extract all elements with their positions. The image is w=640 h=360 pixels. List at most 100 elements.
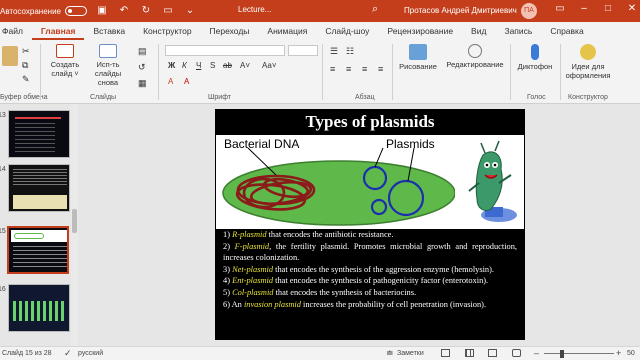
zoom-slider[interactable]	[544, 353, 614, 354]
align-right-icon[interactable]: ≡	[362, 64, 367, 74]
numbering-icon[interactable]: ☷	[346, 46, 354, 57]
plasmids-label: Plasmids	[386, 137, 435, 151]
slide-thumbnail[interactable]	[8, 110, 70, 158]
ribbon-display-icon[interactable]: ▭	[553, 3, 567, 14]
justify-icon[interactable]: ≡	[378, 64, 383, 74]
zoom-in-icon[interactable]: +	[616, 348, 621, 358]
powerpoint-window: Автосохранение ▣ ↶ ↻ ▭ ⌄ Lecture... ⌕ Пр…	[0, 0, 640, 360]
designer-ideas-button[interactable]: Идеи для оформления	[562, 44, 614, 80]
present-icon[interactable]: ▭	[161, 4, 175, 18]
highlight-button[interactable]: A	[168, 77, 173, 86]
tab-transitions[interactable]: Переходы	[201, 22, 259, 40]
zoom-slider-thumb[interactable]	[560, 350, 564, 358]
font-size-combo[interactable]	[288, 45, 318, 56]
normal-view-icon[interactable]	[441, 349, 450, 357]
slide-canvas[interactable]: Types of plasmids Bacterial DNA Plasmids…	[215, 109, 525, 340]
reading-view-icon[interactable]	[488, 349, 497, 357]
copy-icon[interactable]: ⧉	[22, 60, 28, 71]
redo-icon[interactable]: ↻	[139, 4, 153, 18]
tab-review[interactable]: Рецензирование	[378, 22, 462, 40]
thumbnails-scrollbar[interactable]	[71, 104, 78, 346]
group-font-label: Шрифт	[208, 94, 232, 101]
align-left-icon[interactable]: ≡	[330, 64, 335, 74]
tab-home[interactable]: Главная	[31, 22, 85, 40]
slide-layout-icon[interactable]: ▤	[138, 46, 147, 57]
underline-button[interactable]: Ч	[196, 61, 201, 70]
drawing-button[interactable]: Рисование	[396, 44, 440, 71]
tab-insert[interactable]: Вставка	[84, 22, 134, 40]
slideshow-icon[interactable]	[512, 349, 521, 357]
align-center-icon[interactable]: ≡	[346, 64, 351, 74]
format-painter-icon[interactable]: ✎	[22, 74, 30, 85]
bold-button[interactable]: Ж	[168, 61, 175, 70]
undo-icon[interactable]: ↶	[117, 4, 131, 18]
designer-ideas-label: Идеи для оформления	[565, 62, 611, 80]
dictate-button[interactable]: Диктофон	[514, 44, 556, 71]
status-bar: Слайд 15 из 28 ✓ русский ≐ Заметки – + 5…	[0, 346, 640, 360]
plasmid-types-list[interactable]: 1) R-plasmid that encodes the antibiotic…	[223, 229, 517, 310]
editing-label: Редактирование	[446, 60, 504, 69]
slide-number: 13	[0, 112, 6, 119]
zoom-level[interactable]: 50	[627, 350, 635, 357]
autosave-toggle[interactable]	[64, 6, 87, 16]
close-icon[interactable]: ✕	[625, 3, 639, 14]
reuse-slides-button[interactable]: Исп-ть слайды снова	[86, 44, 130, 87]
search-icon[interactable]: ⌕	[372, 3, 378, 16]
list-item: 1) R-plasmid that encodes the antibiotic…	[223, 230, 394, 239]
language-label[interactable]: русский	[78, 350, 103, 357]
reset-slide-icon[interactable]: ↺	[138, 62, 146, 73]
slide-thumbnail[interactable]	[8, 164, 70, 212]
shadow-button[interactable]: S	[210, 61, 215, 70]
bullets-icon[interactable]: ☰	[330, 46, 338, 57]
user-name[interactable]: Протасов Андрей Дмитриевич	[404, 6, 517, 15]
tab-animations[interactable]: Анимация	[258, 22, 316, 40]
bacteria-diagram[interactable]: Bacterial DNA Plasmids	[216, 135, 456, 229]
tab-help[interactable]: Справка	[541, 22, 592, 40]
strikethrough-button[interactable]: ab	[223, 61, 232, 70]
section-icon[interactable]: ▦	[138, 78, 147, 89]
paste-icon[interactable]	[2, 46, 18, 68]
drawing-label: Рисование	[399, 62, 437, 71]
slide-thumbnails-panel: 13 14 15 16	[0, 104, 78, 346]
tab-file[interactable]: Файл	[0, 22, 32, 40]
notes-button[interactable]: Заметки	[397, 350, 424, 357]
slide-thumbnail[interactable]	[8, 284, 70, 332]
avatar[interactable]: ПА	[521, 3, 537, 19]
group-paragraph-label: Абзац	[355, 94, 375, 101]
tab-slideshow[interactable]: Слайд-шоу	[316, 22, 378, 40]
customize-qat-icon[interactable]: ⌄	[183, 4, 197, 18]
save-icon[interactable]: ▣	[95, 4, 109, 18]
maximize-icon[interactable]: □	[601, 3, 615, 14]
bacteria-cartoon[interactable]	[455, 135, 524, 229]
group-voice-label: Голос	[527, 94, 546, 101]
cut-icon[interactable]: ✂	[22, 46, 30, 57]
slide-number: 16	[0, 286, 6, 293]
slide-number: 14	[0, 166, 6, 173]
list-item: 4) Ent-plasmid that encodes the synthesi…	[223, 276, 489, 286]
zoom-out-icon[interactable]: –	[534, 348, 539, 358]
new-slide-button[interactable]: Создать слайд ˅	[46, 44, 84, 78]
slide-sorter-icon[interactable]	[465, 349, 474, 357]
spellcheck-icon[interactable]: ✓	[64, 348, 72, 359]
notes-icon[interactable]: ≐	[386, 348, 394, 359]
font-color-button[interactable]: A	[184, 77, 189, 86]
slide-title[interactable]: Types of plasmids	[215, 109, 525, 135]
italic-button[interactable]: К	[182, 61, 187, 70]
editing-button[interactable]: Редактирование	[444, 44, 506, 69]
ribbon: ✂ ⧉ ✎ Буфер обмена Создать слайд ˅ Исп-т…	[0, 40, 640, 104]
tab-design[interactable]: Конструктор	[134, 22, 200, 40]
dictate-label: Диктофон	[517, 62, 553, 71]
list-item: 5) Col-plasmid that encodes the synthesi…	[223, 287, 417, 297]
slide-thumbnail-current[interactable]	[7, 226, 69, 274]
ribbon-tabs: Файл Главная Вставка Конструктор Переход…	[0, 22, 640, 40]
char-spacing-button[interactable]: A˅	[240, 61, 250, 70]
minimize-icon[interactable]: –	[577, 3, 591, 14]
tab-record[interactable]: Запись	[495, 22, 541, 40]
change-case-button[interactable]: Аа˅	[262, 61, 277, 70]
slide-counter[interactable]: Слайд 15 из 28	[2, 350, 52, 357]
document-title[interactable]: Lecture...	[238, 5, 271, 14]
font-family-combo[interactable]	[165, 45, 285, 56]
autosave-label: Автосохранение	[0, 6, 61, 16]
title-bar: Автосохранение ▣ ↶ ↻ ▭ ⌄ Lecture... ⌕ Пр…	[0, 0, 640, 22]
tab-view[interactable]: Вид	[462, 22, 495, 40]
